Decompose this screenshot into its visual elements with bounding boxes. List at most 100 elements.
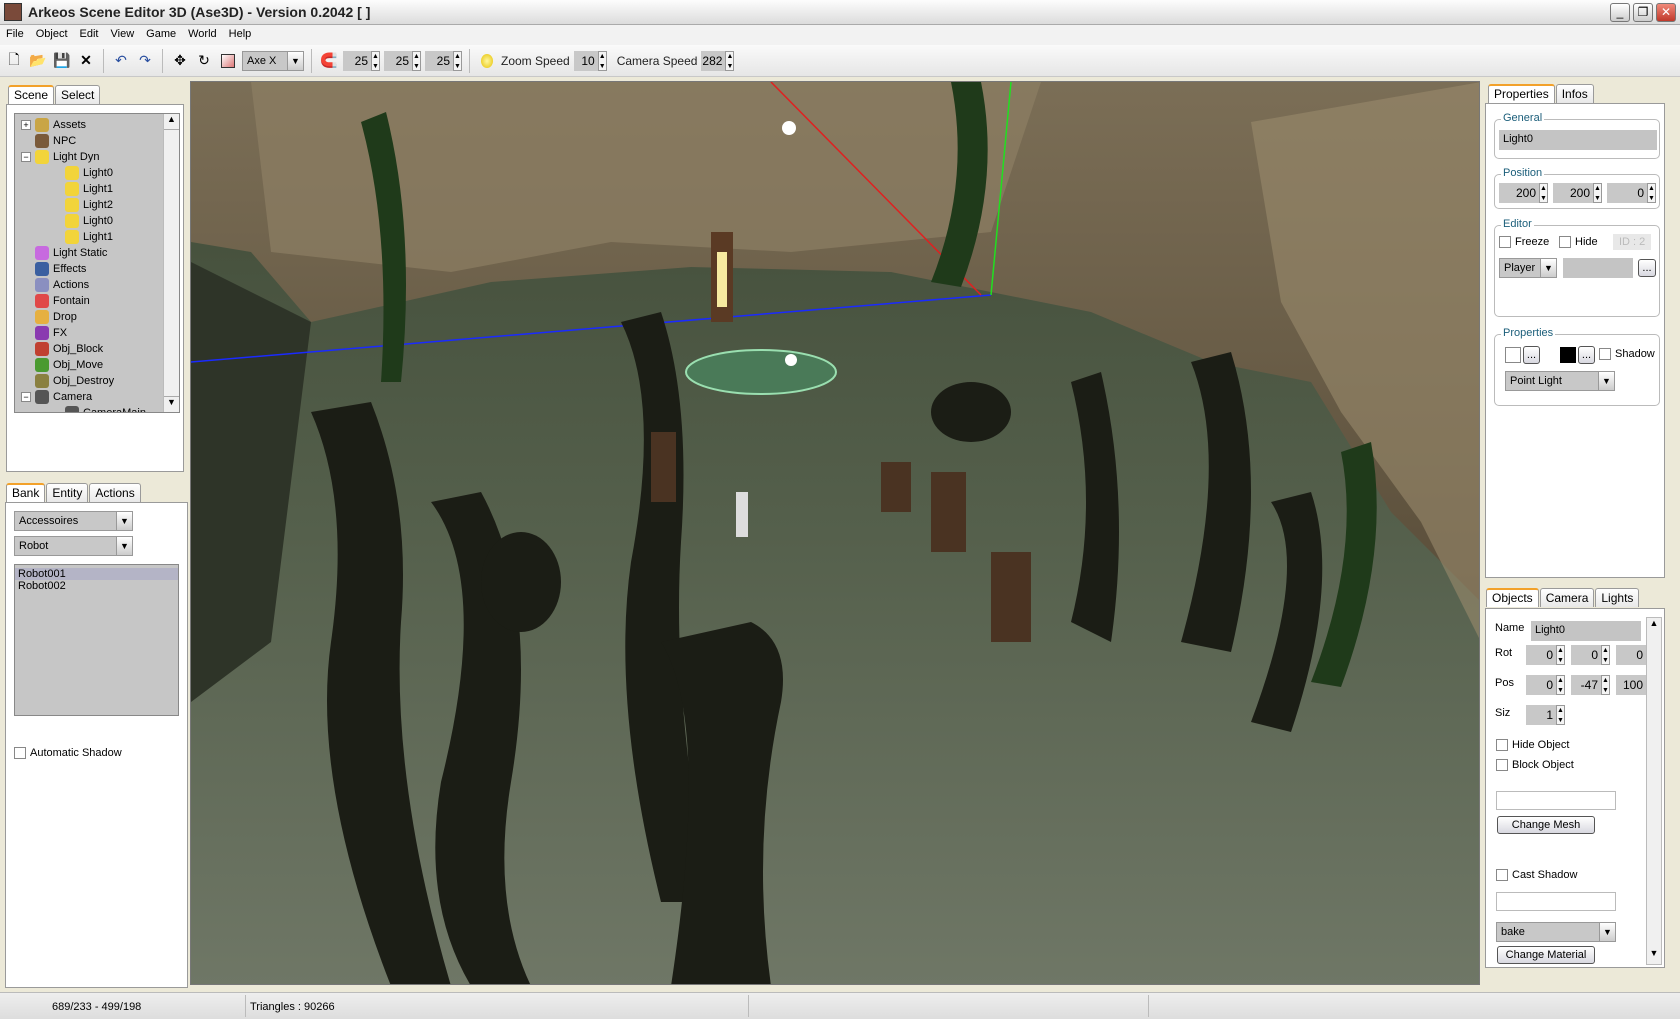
close-button[interactable]: ✕ [1656, 3, 1676, 22]
tab-entity[interactable]: Entity [46, 483, 89, 502]
menu-view[interactable]: View [105, 25, 141, 40]
spin-arrows-icon[interactable]: ▲▼ [1593, 183, 1602, 203]
menu-object[interactable]: Object [30, 25, 74, 40]
category-select[interactable]: Accessoires ▼ [14, 511, 133, 531]
spin-arrows-icon[interactable]: ▲▼ [597, 50, 607, 71]
size-stepper[interactable]: 1 ▲ ▼ [1526, 705, 1565, 725]
tree-item[interactable]: Light0 [21, 213, 163, 229]
spin-arrows-icon[interactable]: ▲▼ [453, 50, 462, 71]
expand-toggle-icon[interactable]: − [21, 152, 31, 162]
color-browse-button[interactable]: ... [1523, 346, 1540, 364]
tree-item[interactable]: CameraMain [21, 405, 163, 412]
axis-select[interactable]: Axe X ▼ [242, 50, 304, 71]
subcategory-select[interactable]: Robot ▼ [14, 536, 133, 556]
camera-speed-stepper[interactable]: 282 ▲ ▼ [701, 50, 735, 71]
hide-checkbox[interactable]: Hide [1559, 236, 1598, 248]
list-item[interactable]: Robot001 [15, 568, 178, 580]
rotate-icon[interactable]: ↻ [194, 51, 214, 71]
freeze-checkbox[interactable]: Freeze [1499, 236, 1549, 248]
material-select[interactable]: bake ▼ [1496, 922, 1616, 942]
3d-viewport[interactable] [190, 81, 1480, 985]
general-name-field[interactable]: Light0 [1499, 130, 1657, 150]
tree-item[interactable]: Obj_Destroy [21, 373, 163, 389]
redo-icon[interactable]: ↷ [135, 51, 155, 71]
tab-properties[interactable]: Properties [1488, 84, 1555, 103]
menu-help[interactable]: Help [223, 25, 258, 40]
block-object-checkbox[interactable]: Block Object [1496, 759, 1574, 771]
expand-toggle-icon[interactable]: − [21, 392, 31, 402]
snap-x-stepper[interactable]: 25 ▲ ▼ [343, 50, 380, 71]
mesh-field[interactable] [1496, 791, 1616, 810]
snap-z-stepper[interactable]: 25 ▲ ▼ [425, 50, 462, 71]
tree-item[interactable]: Light Static [21, 245, 163, 261]
tree-item[interactable]: NPC [21, 133, 163, 149]
scale-icon[interactable] [218, 51, 238, 71]
color-swatch-black[interactable] [1560, 347, 1576, 363]
list-item[interactable]: Robot002 [15, 580, 178, 592]
shadow-checkbox[interactable]: Shadow [1599, 348, 1655, 360]
spin-arrows-icon[interactable]: ▲▼ [725, 50, 735, 71]
tab-camera[interactable]: Camera [1539, 588, 1595, 607]
object-name-field[interactable]: Light0 [1531, 621, 1641, 641]
change-material-button[interactable]: Change Material [1497, 946, 1595, 964]
color-swatch-white[interactable] [1505, 347, 1521, 363]
tree-item[interactable]: Drop [21, 309, 163, 325]
position-x-stepper[interactable]: 200 ▲ ▼ [1499, 183, 1548, 203]
zoom-speed-stepper[interactable]: 10 ▲ ▼ [573, 50, 607, 71]
save-icon[interactable]: 💾 [52, 51, 72, 71]
pos-y-stepper[interactable]: -47 ▲ ▼ [1571, 675, 1610, 695]
tree-item[interactable]: Fontain [21, 293, 163, 309]
minimize-button[interactable]: _ [1610, 3, 1630, 22]
tab-lights[interactable]: Lights [1595, 588, 1640, 607]
tree-item[interactable]: Light2 [21, 197, 163, 213]
tab-scene[interactable]: Scene [8, 85, 55, 104]
spin-arrows-icon[interactable]: ▲▼ [1539, 183, 1548, 203]
tree-scrollbar[interactable]: ▲ ▼ [163, 114, 179, 412]
hide-object-checkbox[interactable]: Hide Object [1496, 739, 1569, 751]
menu-file[interactable]: File [0, 25, 30, 40]
spin-arrows-icon[interactable]: ▲▼ [1556, 705, 1565, 725]
expand-toggle-icon[interactable]: + [21, 120, 31, 130]
tree-item[interactable]: Obj_Move [21, 357, 163, 373]
delete-icon[interactable]: ✕ [76, 51, 96, 71]
automatic-shadow-checkbox[interactable]: Automatic Shadow [14, 747, 122, 759]
tree-item[interactable]: Light1 [21, 181, 163, 197]
editor-browse-button[interactable]: ... [1638, 259, 1656, 277]
scroll-up-icon[interactable]: ▲ [164, 114, 179, 130]
tab-bank[interactable]: Bank [6, 483, 46, 502]
light-type-select[interactable]: Point Light ▼ [1505, 371, 1615, 391]
spin-arrows-icon[interactable]: ▲▼ [1556, 645, 1565, 665]
rot-y-stepper[interactable]: 0 ▲ ▼ [1571, 645, 1610, 665]
color-browse-button-2[interactable]: ... [1578, 346, 1595, 364]
pos-x-stepper[interactable]: 0 ▲ ▼ [1526, 675, 1565, 695]
open-folder-icon[interactable]: 📂 [28, 51, 48, 71]
tree-item[interactable]: Obj_Block [21, 341, 163, 357]
scroll-down-icon[interactable]: ▼ [164, 396, 179, 412]
tab-objects[interactable]: Objects [1486, 588, 1539, 607]
spin-arrows-icon[interactable]: ▲▼ [1601, 675, 1610, 695]
light-bulb-icon[interactable] [477, 51, 497, 71]
tab-select[interactable]: Select [55, 85, 101, 104]
change-mesh-button[interactable]: Change Mesh [1497, 816, 1595, 834]
tree-item[interactable]: − Light Dyn [21, 149, 163, 165]
tree-item[interactable]: Light1 [21, 229, 163, 245]
snap-y-stepper[interactable]: 25 ▲ ▼ [384, 50, 421, 71]
menu-edit[interactable]: Edit [74, 25, 105, 40]
objects-scrollbar[interactable]: ▲ ▼ [1646, 617, 1662, 965]
tree-item[interactable]: Actions [21, 277, 163, 293]
spin-arrows-icon[interactable]: ▲▼ [1601, 645, 1610, 665]
undo-icon[interactable]: ↶ [111, 51, 131, 71]
tab-infos[interactable]: Infos [1555, 84, 1594, 103]
spin-arrows-icon[interactable]: ▲▼ [412, 50, 421, 71]
owner-select[interactable]: Player ▼ [1499, 258, 1557, 278]
position-z-stepper[interactable]: 0 ▲ ▼ [1607, 183, 1656, 203]
shadow-field[interactable] [1496, 892, 1616, 911]
move-icon[interactable]: ✥ [170, 51, 190, 71]
cast-shadow-checkbox[interactable]: Cast Shadow [1496, 869, 1577, 881]
maximize-button[interactable]: ❐ [1633, 3, 1653, 22]
scroll-down-icon[interactable]: ▼ [1647, 948, 1661, 964]
new-file-icon[interactable]: 🗋 [4, 51, 24, 71]
spin-arrows-icon[interactable]: ▲▼ [371, 50, 380, 71]
rot-x-stepper[interactable]: 0 ▲ ▼ [1526, 645, 1565, 665]
position-y-stepper[interactable]: 200 ▲ ▼ [1553, 183, 1602, 203]
